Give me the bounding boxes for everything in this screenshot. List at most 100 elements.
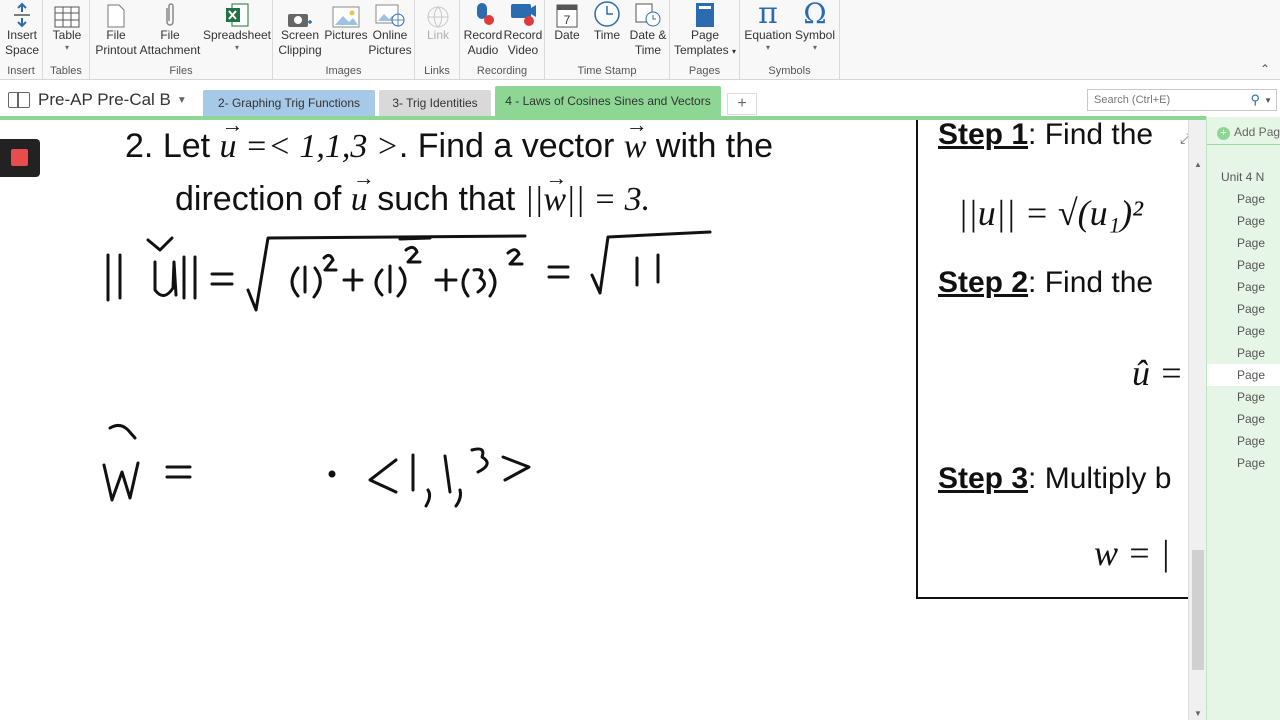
screen-clipping-button[interactable]: Screen Clipping — [275, 0, 325, 58]
excel-icon — [226, 3, 249, 27]
chevron-down-icon[interactable]: ▼ — [1264, 96, 1272, 105]
svg-text:7: 7 — [564, 13, 571, 27]
insert-space-button[interactable]: Insert Space — [2, 0, 42, 58]
calendar-icon: 7 — [556, 4, 578, 28]
paperclip-icon — [166, 3, 174, 26]
step-3: Step 3: Multiply b — [938, 462, 1172, 495]
insert-group-label: Insert — [7, 65, 35, 77]
table-icon — [54, 6, 80, 28]
images-group: Screen Clipping Pictures Online Pictures… — [273, 0, 415, 80]
ribbon: Insert Space Insert Table ▾ Tables File … — [0, 0, 1280, 80]
date-button[interactable]: 7 Date — [547, 0, 587, 43]
page-template-icon — [696, 3, 714, 27]
vertical-scrollbar[interactable]: ▲ ▼ — [1188, 120, 1206, 720]
tab-trig-identities[interactable]: 3- Trig Identities — [379, 90, 491, 116]
page-list-item[interactable]: Page — [1207, 298, 1280, 320]
page-list-item[interactable]: Page — [1207, 188, 1280, 210]
timestamp-group: 7 Date Time Date & Time Time Stamp — [545, 0, 670, 80]
page-list-item[interactable]: Page — [1207, 210, 1280, 232]
collapse-ribbon-icon[interactable]: ⌃ — [1260, 62, 1270, 76]
picture-icon — [332, 6, 360, 28]
tables-group-label: Tables — [50, 65, 82, 77]
search-icon[interactable]: ⚲ — [1250, 92, 1260, 108]
stop-icon — [11, 149, 28, 166]
page-list-item[interactable]: Page — [1207, 276, 1280, 298]
video-camera-icon — [511, 4, 536, 26]
page-group-heading[interactable]: Unit 4 N — [1207, 166, 1280, 188]
record-video-button[interactable]: Record Video — [502, 0, 544, 58]
page-list-item[interactable]: Page — [1207, 254, 1280, 276]
time-button[interactable]: Time — [587, 0, 627, 43]
links-group: Link Links — [415, 0, 460, 80]
symbol-button[interactable]: Ω Symbol ▾ — [792, 0, 838, 52]
equation-button[interactable]: π Equation ▾ — [742, 0, 794, 52]
chevron-down-icon: ▾ — [732, 47, 737, 56]
page-list-item[interactable]: Page — [1207, 452, 1280, 474]
scaled-vector-formula: w = | — [1094, 533, 1171, 573]
pages-group: Page Templates ▾ Pages — [670, 0, 740, 80]
chevron-down-icon: ▾ — [812, 43, 817, 52]
file-printout-button[interactable]: File Printout — [92, 0, 140, 58]
step-2: Step 2: Find the — [938, 266, 1154, 299]
clock-icon — [594, 1, 620, 27]
magnitude-formula: ||u|| = √(u₁)² — [958, 193, 1143, 233]
timestamp-group-label: Time Stamp — [577, 65, 637, 77]
page-list-divider — [1207, 144, 1280, 145]
camera-icon — [288, 14, 312, 27]
step-1: Step 1: Find the — [938, 120, 1154, 151]
omega-icon: Ω — [803, 0, 827, 30]
chevron-down-icon: ▼ — [176, 94, 187, 106]
page-templates-label: Page Templates ▾ — [673, 28, 737, 57]
online-pictures-button[interactable]: Online Pictures — [367, 0, 413, 58]
page-list-pane: + Add Pag Unit 4 N Page Page Page Page Page Pag… — [1206, 117, 1280, 720]
page-list-item[interactable]: Page — [1207, 232, 1280, 254]
page-list-item[interactable]: Page — [1207, 408, 1280, 430]
links-group-label: Links — [424, 65, 450, 77]
scrollbar-thumb[interactable] — [1192, 550, 1204, 670]
pages-group-label: Pages — [688, 65, 721, 77]
chevron-down-icon: ▾ — [765, 43, 770, 52]
files-group: File Printout File Attachment Spreadshee… — [90, 0, 273, 80]
link-icon — [427, 6, 449, 28]
date-time-icon — [635, 3, 661, 27]
stop-recording-button[interactable] — [0, 139, 40, 177]
notebook-title: Pre-AP Pre-Cal B — [38, 90, 171, 109]
online-picture-icon — [375, 4, 405, 27]
page-list-item[interactable]: Page — [1207, 364, 1280, 386]
symbols-group-label: Symbols — [768, 65, 811, 77]
chevron-down-icon: ▾ — [64, 43, 69, 52]
date-time-button[interactable]: Date & Time — [627, 0, 669, 58]
pictures-button[interactable]: Pictures — [323, 0, 369, 43]
images-group-label: Images — [325, 65, 362, 77]
notebook-selector[interactable]: Pre-AP Pre-Cal B ▼ — [8, 90, 187, 110]
page-canvas[interactable]: 2. Let u =< 1,1,3 >. Find a vector w wit… — [0, 120, 1206, 720]
files-group-label: Files — [169, 65, 193, 77]
link-button[interactable]: Link — [418, 0, 458, 43]
insert-group: Insert Space Insert — [0, 0, 43, 80]
scroll-up-icon[interactable]: ▲ — [1194, 160, 1202, 169]
page-list-item[interactable]: Page — [1207, 342, 1280, 364]
spreadsheet-button[interactable]: Spreadsheet ▾ — [202, 0, 272, 52]
page-list-item[interactable]: Page — [1207, 430, 1280, 452]
pi-icon: π — [758, 0, 778, 31]
record-audio-button[interactable]: Record Audio — [462, 0, 504, 58]
section-tab-bar: Pre-AP Pre-Cal B ▼ 2- Graphing Trig Func… — [0, 81, 1280, 117]
file-printout-icon — [107, 4, 125, 28]
plus-icon: + — [1217, 127, 1230, 140]
page-templates-button[interactable]: Page Templates ▾ — [673, 0, 737, 59]
recording-group-label: Recording — [476, 65, 528, 77]
insert-space-icon — [14, 2, 30, 28]
search-placeholder: Search (Ctrl+E) — [1094, 94, 1171, 106]
file-attachment-button[interactable]: File Attachment — [138, 0, 202, 58]
page-list-item[interactable]: Page — [1207, 320, 1280, 342]
add-section-button[interactable]: + — [727, 93, 757, 115]
tab-graphing-trig-functions[interactable]: 2- Graphing Trig Functions — [203, 90, 375, 116]
tab-laws-of-cosines[interactable]: 4 - Laws of Cosines Sines and Vectors — [495, 86, 721, 116]
add-page-button[interactable]: + Add Pag — [1217, 125, 1280, 140]
search-input[interactable]: Search (Ctrl+E) ⚲ ▼ — [1087, 89, 1277, 111]
chevron-down-icon: ▾ — [234, 43, 239, 52]
scroll-down-icon[interactable]: ▼ — [1194, 709, 1202, 718]
page-list-item[interactable]: Page — [1207, 386, 1280, 408]
table-button[interactable]: Table ▾ — [47, 0, 87, 52]
symbols-group: π Equation ▾ Ω Symbol ▾ Symbols — [740, 0, 840, 80]
